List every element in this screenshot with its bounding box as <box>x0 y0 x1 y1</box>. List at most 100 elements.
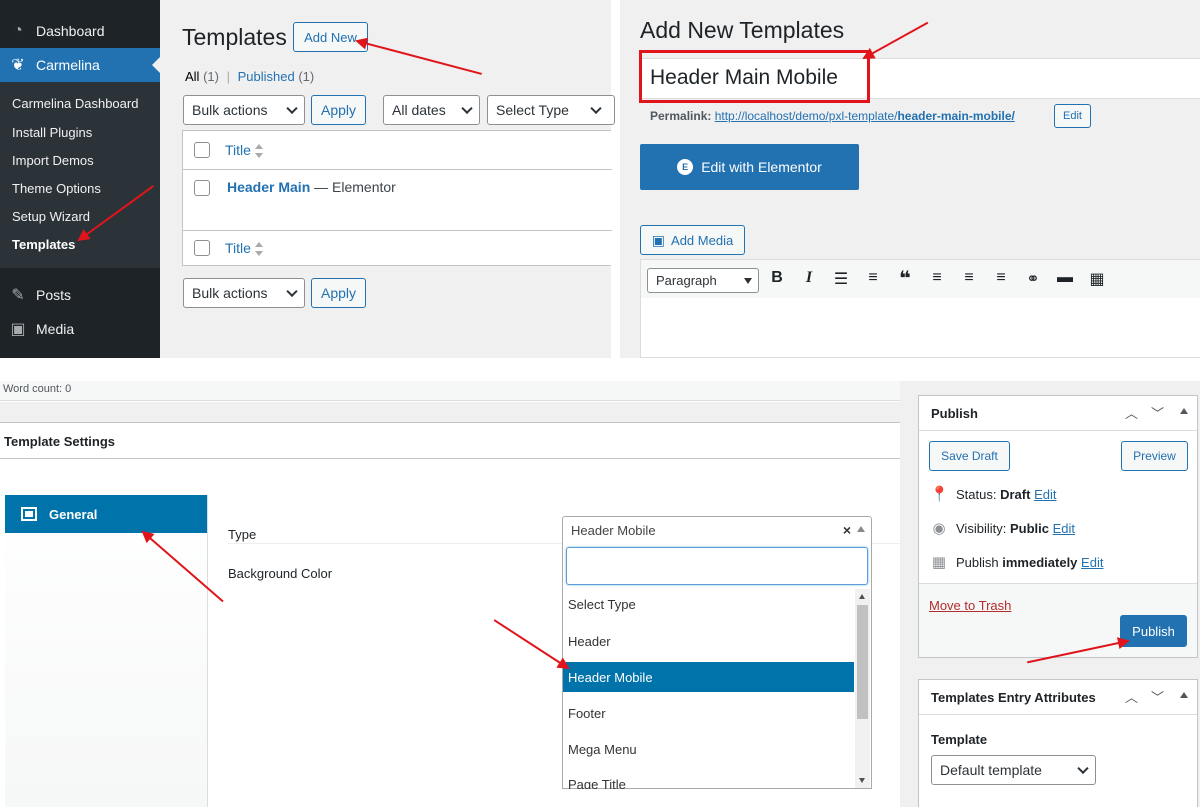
submenu-install-plugins[interactable]: Install Plugins <box>12 125 92 140</box>
type-search-input[interactable] <box>566 547 868 585</box>
collapse-icon[interactable] <box>1180 408 1188 414</box>
filter-published[interactable]: Published <box>238 69 295 84</box>
row-suffix: — Elementor <box>314 179 396 195</box>
permalink-link[interactable]: http://localhost/demo/pxl-template/heade… <box>715 109 1015 123</box>
calendar-icon: ▦ <box>931 554 947 571</box>
admin-sidebar: ◔ Dashboard ❦ Carmelina Carmelina Dashbo… <box>0 0 160 358</box>
menu-media[interactable]: ▣ Media <box>0 312 160 346</box>
numbered-list-icon[interactable]: ≡ <box>862 269 884 287</box>
align-right-icon[interactable]: ≡ <box>990 269 1012 287</box>
paragraph-format-select[interactable]: Paragraph <box>647 268 759 293</box>
permalink: Permalink: http://localhost/demo/pxl-tem… <box>650 109 1015 123</box>
settings-tabs-column <box>5 495 208 807</box>
add-media-button[interactable]: ▣ Add Media <box>640 225 745 255</box>
submenu-setup-wizard[interactable]: Setup Wizard <box>12 209 90 224</box>
chevron-down-icon <box>1077 762 1089 775</box>
window-icon <box>21 507 37 521</box>
save-draft-button[interactable]: Save Draft <box>929 441 1010 471</box>
visibility-edit-link[interactable]: Edit <box>1053 521 1075 536</box>
collapse-icon[interactable] <box>1180 692 1188 698</box>
active-menu-pointer <box>152 57 160 73</box>
menu-carmelina[interactable]: ❦ Carmelina <box>0 48 160 82</box>
type-select[interactable]: Header Mobile × <box>562 516 872 544</box>
editor-content-area[interactable] <box>640 298 1200 358</box>
submenu-templates[interactable]: Templates <box>12 237 75 252</box>
apply-button[interactable]: Apply <box>311 95 366 125</box>
submenu-theme-options[interactable]: Theme Options <box>12 181 101 196</box>
filter-all[interactable]: All <box>185 69 199 84</box>
template-select[interactable]: Default template <box>931 755 1096 785</box>
eye-icon: ◉ <box>932 520 946 537</box>
bulk-actions-select-bottom[interactable]: Bulk actions <box>183 278 305 308</box>
scroll-up-icon[interactable] <box>859 594 865 599</box>
background-color-label: Background Color <box>228 566 333 581</box>
option-select-type[interactable]: Select Type <box>563 589 854 619</box>
row-title-link[interactable]: Header Main <box>227 179 310 195</box>
bold-icon[interactable]: B <box>766 269 788 287</box>
permalink-edit-button[interactable]: Edit <box>1054 104 1091 128</box>
move-up-icon[interactable]: ︿ <box>1125 687 1138 706</box>
scrollbar-thumb[interactable] <box>857 605 868 719</box>
attributes-header-divider <box>919 714 1197 715</box>
scroll-down-icon[interactable] <box>859 778 865 783</box>
select-all-checkbox-footer[interactable] <box>194 240 210 256</box>
column-header-title[interactable]: Title <box>225 142 263 159</box>
sort-icon <box>254 144 263 159</box>
submenu-carmelina-dashboard[interactable]: Carmelina Dashboard <box>12 96 138 111</box>
media-icon: ▣ <box>10 321 26 338</box>
status-row: 📍 Status: Draft Edit <box>930 486 1057 503</box>
option-header-mobile[interactable]: Header Mobile <box>563 662 854 692</box>
submenu-import-demos[interactable]: Import Demos <box>12 153 94 168</box>
type-label: Type <box>228 527 257 542</box>
bullet-list-icon[interactable]: ☰ <box>830 269 852 289</box>
visibility-row: ◉ Visibility: Public Edit <box>930 519 1075 537</box>
media-icon: ▣ <box>651 231 666 248</box>
publish-header-divider <box>919 430 1197 431</box>
column-footer-title[interactable]: Title <box>225 240 263 257</box>
menu-posts[interactable]: ✎ Posts <box>0 278 160 312</box>
align-left-icon[interactable]: ≡ <box>926 269 948 287</box>
link-icon[interactable]: ⚭ <box>1022 269 1044 289</box>
elementor-icon: E <box>677 159 694 175</box>
menu-dashboard[interactable]: ◔ Dashboard <box>0 14 160 48</box>
option-footer[interactable]: Footer <box>563 698 854 728</box>
chevron-down-icon <box>286 285 298 298</box>
schedule-edit-link[interactable]: Edit <box>1081 555 1103 570</box>
clear-icon[interactable]: × <box>843 522 851 538</box>
option-page-title[interactable]: Page Title <box>563 770 854 789</box>
move-up-icon[interactable]: ︿ <box>1125 403 1138 422</box>
metabox-gap <box>0 402 900 422</box>
status-edit-link[interactable]: Edit <box>1034 487 1056 502</box>
option-header[interactable]: Header <box>563 626 854 656</box>
move-down-icon[interactable]: ﹀ <box>1151 403 1164 422</box>
preview-button[interactable]: Preview <box>1121 441 1188 471</box>
schedule-row: ▦ Publish immediately Edit <box>931 554 1104 571</box>
dashboard-icon: ◔ <box>13 22 23 39</box>
bulk-actions-select[interactable]: Bulk actions <box>183 95 305 125</box>
metabox-divider <box>0 458 900 459</box>
align-center-icon[interactable]: ≡ <box>958 269 980 287</box>
select-all-checkbox[interactable] <box>194 142 210 158</box>
italic-icon[interactable]: I <box>798 269 820 287</box>
row-checkbox[interactable] <box>194 180 210 196</box>
pin-icon: ✎ <box>11 287 25 304</box>
read-more-icon[interactable]: ▬ <box>1054 269 1076 287</box>
chevron-down-icon <box>461 102 473 115</box>
option-mega-menu[interactable]: Mega Menu <box>563 734 854 764</box>
sort-icon <box>254 242 263 257</box>
blockquote-icon[interactable]: ❝ <box>894 266 916 291</box>
apply-button-bottom[interactable]: Apply <box>311 278 366 308</box>
caret-up-icon <box>857 526 865 532</box>
caret-down-icon <box>744 278 752 284</box>
editor-heading: Add New Templates <box>640 17 845 43</box>
dropdown-scrollbar[interactable] <box>855 589 870 788</box>
move-down-icon[interactable]: ﹀ <box>1151 687 1164 706</box>
move-to-trash-link[interactable]: Move to Trash <box>929 598 1011 613</box>
edit-with-elementor-button[interactable]: E Edit with Elementor <box>640 144 859 190</box>
publish-box-title: Publish <box>931 406 978 421</box>
tab-general[interactable]: General <box>5 495 207 533</box>
select-type-select[interactable]: Select Type <box>487 95 615 125</box>
all-dates-select[interactable]: All dates <box>383 95 480 125</box>
toolbar-toggle-icon[interactable]: ▦ <box>1086 269 1108 289</box>
template-label: Template <box>931 732 988 747</box>
